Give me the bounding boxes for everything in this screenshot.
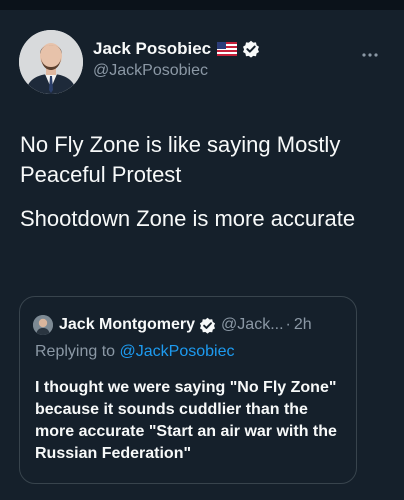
us-flag-icon	[217, 42, 238, 56]
author-handle[interactable]: @JackPosobiec	[93, 62, 353, 80]
top-edge	[0, 0, 404, 10]
tweet-text: No Fly Zone is like saying Mostly Peacef…	[20, 130, 390, 248]
quoted-author-name[interactable]: Jack Montgomery	[59, 316, 195, 334]
quoted-avatar	[33, 315, 53, 335]
replying-to-line: Replying to @JackPosobiec	[35, 343, 234, 361]
replying-to-label: Replying to	[35, 343, 116, 360]
quoted-author-handle[interactable]: @Jack...	[221, 316, 283, 334]
separator-dot: ·	[285, 316, 291, 333]
quoted-tweet[interactable]: Jack Montgomery @Jack... · 2h Replying t…	[19, 296, 357, 484]
tweet-text-paragraph: No Fly Zone is like saying Mostly Peacef…	[20, 132, 341, 187]
tweet-card: Jack Posobiec @JackPosobiec No Fly Zone …	[0, 10, 404, 500]
author-name[interactable]: Jack Posobiec	[93, 39, 211, 59]
author-name-row: Jack Posobiec	[93, 38, 353, 60]
avatar[interactable]	[19, 30, 83, 94]
more-options-icon[interactable]	[360, 47, 380, 57]
verified-badge-icon	[242, 40, 260, 58]
replying-to-handle-link[interactable]: @JackPosobiec	[120, 343, 235, 360]
quoted-tweet-header: Jack Montgomery @Jack... · 2h	[33, 314, 312, 336]
tweet-text-paragraph: Shootdown Zone is more accurate	[20, 206, 356, 231]
quoted-timestamp[interactable]: 2h	[294, 316, 312, 334]
verified-badge-icon	[199, 317, 216, 334]
author-block: Jack Posobiec @JackPosobiec	[93, 38, 353, 80]
quoted-tweet-text: I thought we were saying "No Fly Zone" b…	[35, 379, 337, 462]
